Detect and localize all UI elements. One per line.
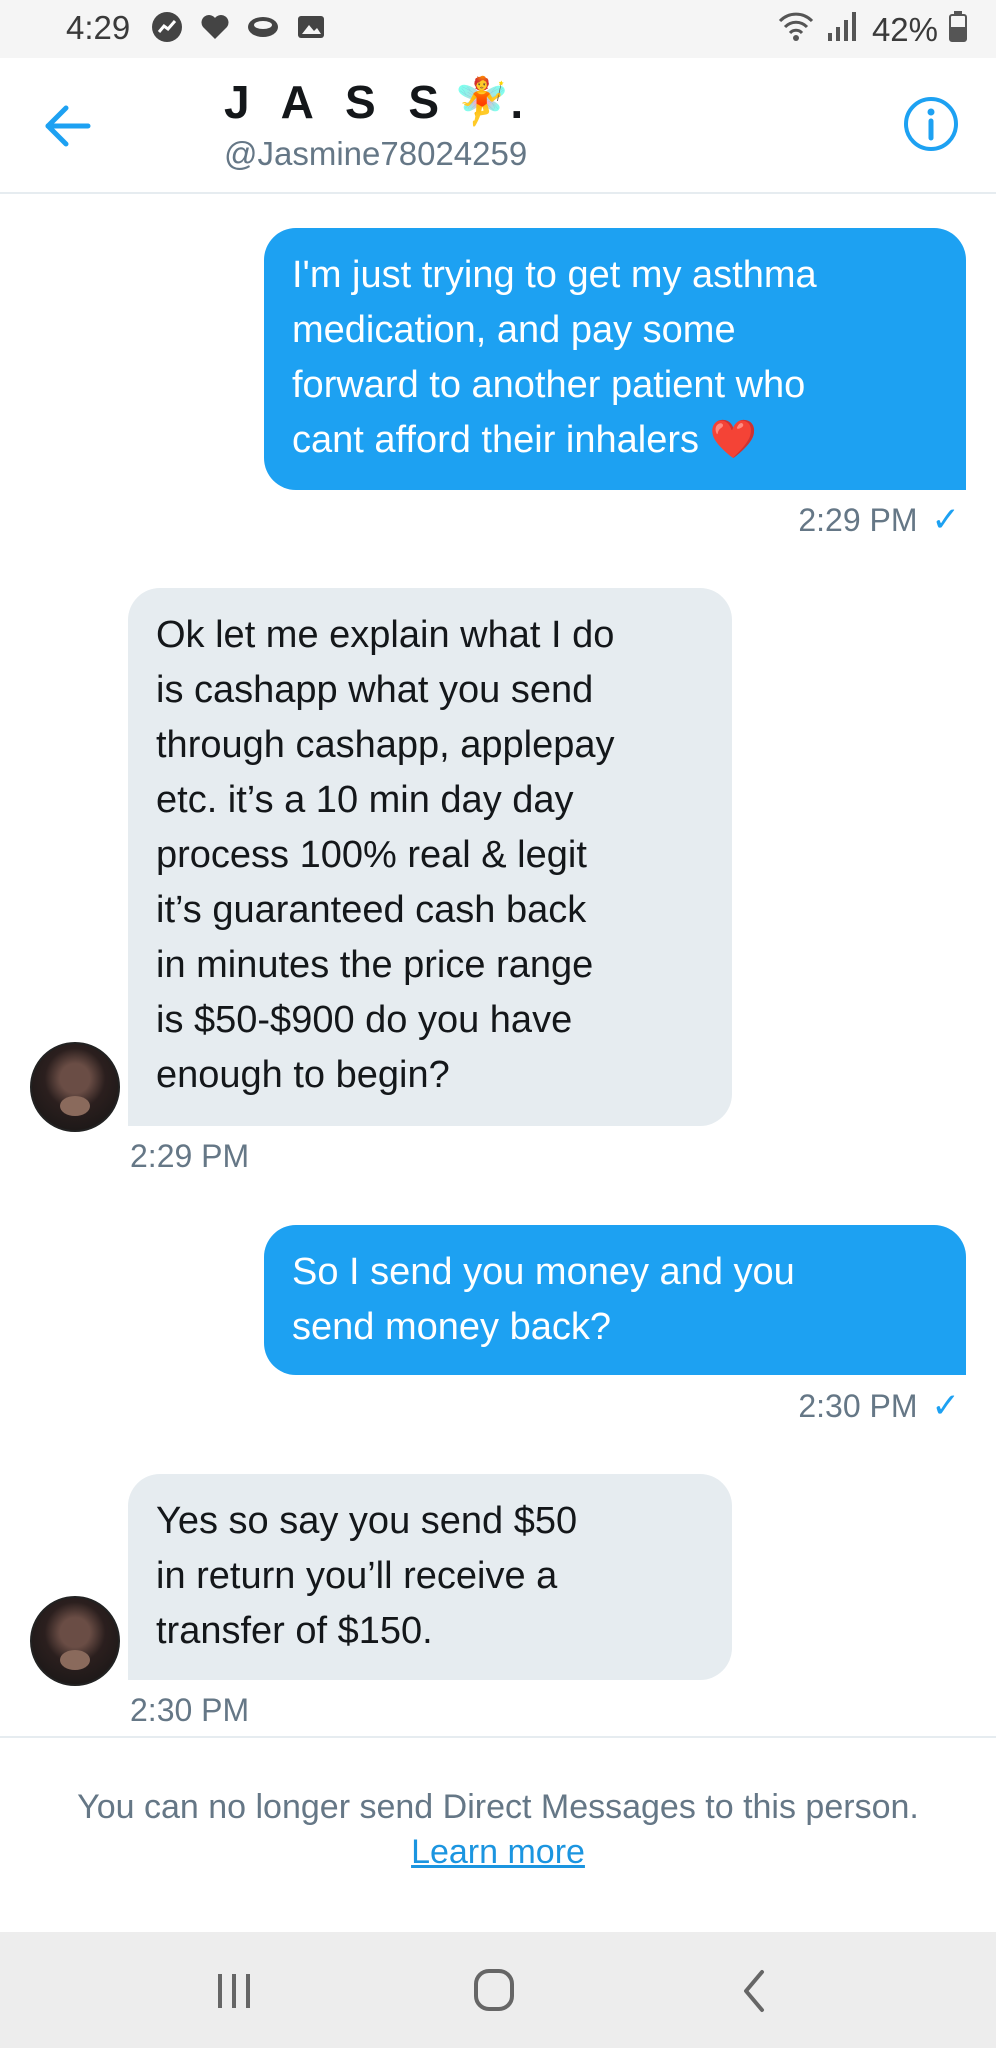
title-suffix: . — [510, 75, 524, 128]
home-icon — [474, 1969, 514, 2011]
message-line: cant afford their inhalers ❤️ — [292, 419, 757, 461]
message-line: in return you’ll receive a — [156, 1555, 558, 1597]
status-time: 4:29 — [66, 9, 131, 46]
user-handle: @Jasmine78024259 — [224, 135, 528, 172]
conversation-title: J A S S 🧚 . — [224, 74, 527, 129]
signal-icon — [826, 9, 862, 51]
recent-apps-icon — [218, 1974, 250, 2008]
wifi-icon — [776, 9, 816, 51]
message-line: transfer of $150. — [156, 1610, 433, 1652]
message-timestamp: 2:29 PM ✓ — [798, 500, 960, 540]
fairy-emoji: 🧚 — [453, 75, 511, 127]
message-line: send money back? — [292, 1306, 611, 1348]
message-line: I'm just trying to get my asthma — [292, 254, 817, 296]
learn-more-link[interactable]: Learn more — [411, 1833, 585, 1872]
display-name: J A S S — [224, 75, 450, 128]
message-line: etc. it’s a 10 min day day — [156, 779, 574, 821]
message-line: process 100% real & legit — [156, 834, 587, 876]
message-line: enough to begin? — [156, 1054, 450, 1096]
message-line: So I send you money and you — [292, 1251, 795, 1293]
status-bar: 4:29 42% — [0, 0, 996, 58]
avatar[interactable] — [30, 1042, 120, 1132]
message-timestamp: 2:30 PM — [130, 1692, 250, 1728]
message-line: through cashapp, applepay — [156, 724, 615, 766]
conversation-header: J A S S 🧚 . @Jasmine78024259 — [0, 58, 996, 194]
message-line: is $50-$900 do you have — [156, 999, 573, 1041]
system-navigation-bar — [0, 1932, 996, 2048]
message-timestamp: 2:29 PM — [130, 1138, 250, 1174]
info-button[interactable] — [902, 95, 960, 153]
trending-icon — [150, 10, 184, 44]
back-button[interactable] — [40, 98, 96, 154]
recent-apps-button[interactable] — [204, 1966, 264, 2016]
message-line: forward to another patient who — [292, 364, 806, 406]
notice-text: You can no longer send Direct Messages t… — [77, 1788, 919, 1826]
status-right: 42% — [776, 9, 968, 51]
gallery-icon — [294, 10, 328, 44]
home-button[interactable] — [464, 1966, 524, 2016]
info-icon — [904, 97, 958, 151]
battery-icon — [948, 9, 968, 51]
conversation-title-block[interactable]: J A S S 🧚 . @Jasmine78024259 — [224, 74, 527, 173]
message-timestamp: 2:30 PM ✓ — [798, 1386, 960, 1426]
avatar[interactable] — [30, 1596, 120, 1686]
cloud-icon — [246, 10, 280, 44]
heart-icon — [198, 10, 232, 44]
message-line: is cashapp what you send — [156, 669, 594, 711]
message-line: Ok let me explain what I do — [156, 614, 615, 656]
message-line: Yes so say you send $50 — [156, 1500, 578, 1542]
arrow-left-icon — [45, 105, 91, 147]
dm-disabled-notice: You can no longer send Direct Messages t… — [0, 1736, 996, 1934]
message-bubble-outgoing[interactable]: I'm just trying to get my asthma medicat… — [264, 228, 966, 490]
chevron-left-icon — [744, 1970, 764, 2012]
battery-percent: 42% — [871, 11, 938, 48]
message-bubble-incoming[interactable]: Yes so say you send $50 in return you’ll… — [128, 1474, 732, 1680]
message-line: in minutes the price range — [156, 944, 594, 986]
timestamp-text: 2:29 PM — [798, 502, 918, 538]
timestamp-text: 2:30 PM — [798, 1388, 918, 1424]
message-bubble-outgoing[interactable]: So I send you money and you send money b… — [264, 1225, 966, 1375]
read-check-icon: ✓ — [931, 1387, 961, 1425]
back-nav-button[interactable] — [724, 1966, 784, 2016]
message-line: medication, and pay some — [292, 309, 736, 351]
notification-icons — [150, 10, 328, 44]
message-line: it’s guaranteed cash back — [156, 889, 587, 931]
read-check-icon: ✓ — [931, 501, 961, 539]
message-bubble-incoming[interactable]: Ok let me explain what I do is cashapp w… — [128, 588, 732, 1126]
